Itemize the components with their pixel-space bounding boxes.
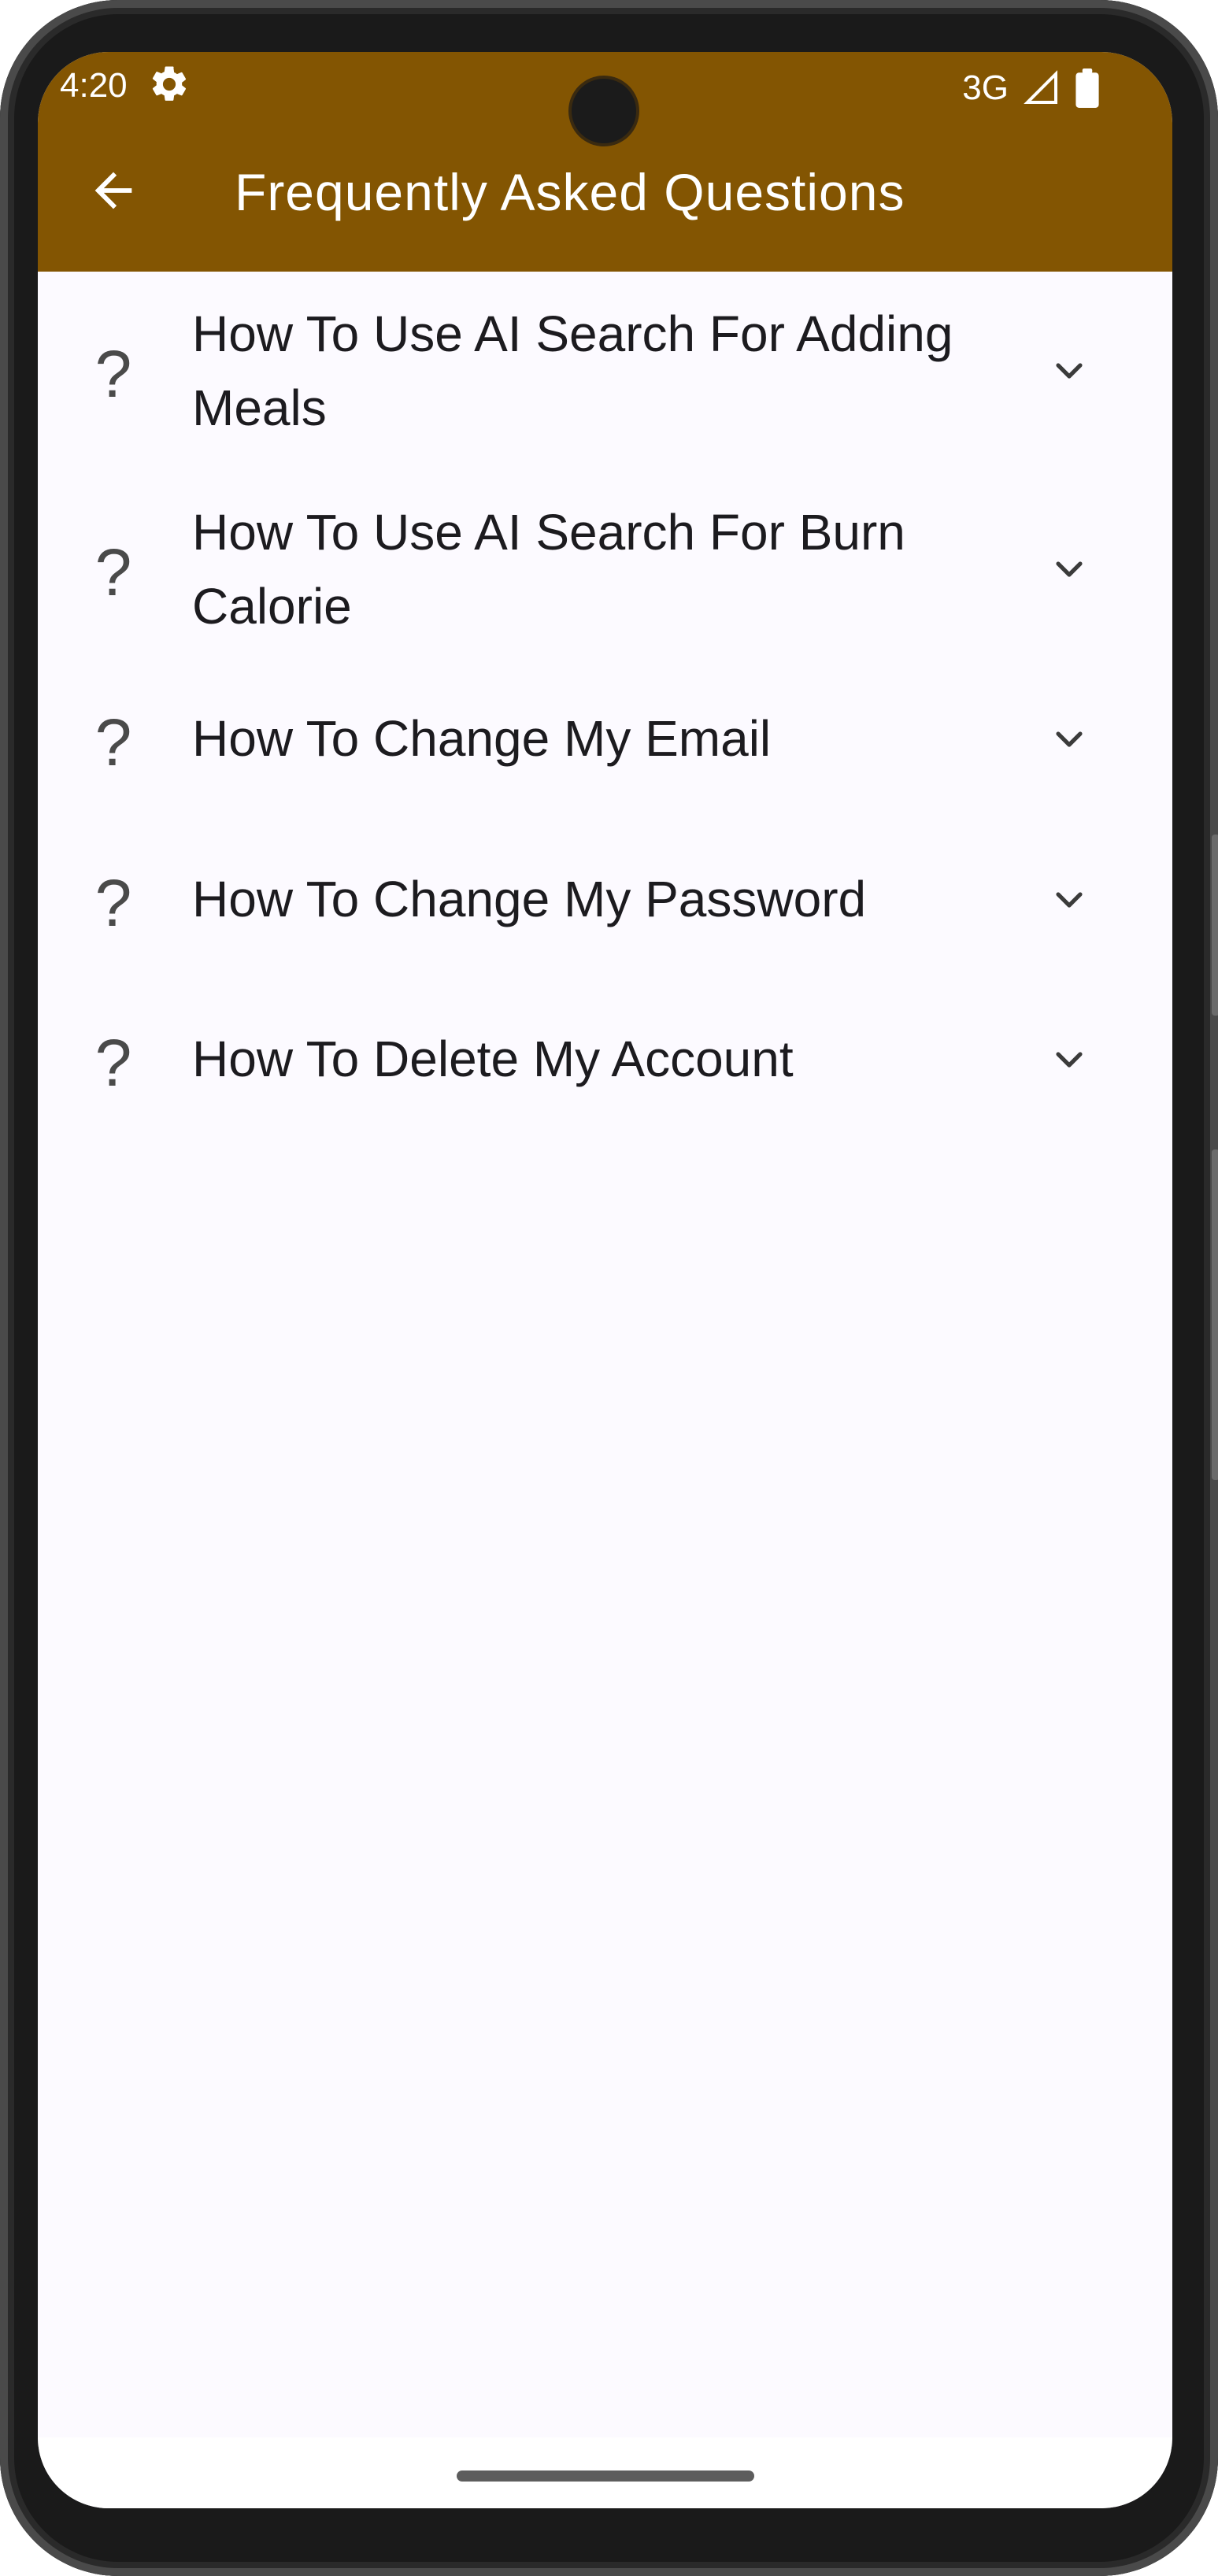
faq-item-ai-search-meals[interactable]: ? How To Use AI Search For Adding Meals [38, 272, 1172, 470]
chevron-down-icon[interactable] [1047, 349, 1091, 393]
volume-button [1212, 835, 1218, 1016]
faq-question: How To Delete My Account [192, 1031, 794, 1087]
faq-list: ? How To Use AI Search For Adding Meals … [38, 272, 1172, 1138]
faq-item-delete-account[interactable]: ? How To Delete My Account [38, 978, 1172, 1138]
back-button[interactable] [82, 159, 145, 222]
page-title: Frequently Asked Questions [235, 163, 905, 221]
chevron-down-icon[interactable] [1047, 547, 1091, 591]
chevron-down-icon[interactable] [1047, 878, 1091, 922]
help-icon: ? [94, 337, 132, 411]
faq-question: How To Change My Password [192, 871, 867, 927]
faq-question: How To Use AI Search For Burn Calorie [192, 504, 905, 635]
battery-icon [1075, 68, 1099, 108]
app-bar: 4:20 3G Frequently Asked Questions [38, 52, 1172, 272]
status-bar: 4:20 3G [38, 52, 1172, 143]
front-camera [572, 79, 636, 143]
screen: 4:20 3G Frequently Asked Questions ? How… [38, 52, 1172, 2508]
faq-item-change-password[interactable]: ? How To Change My Password [38, 818, 1172, 978]
chevron-down-icon[interactable] [1047, 1038, 1091, 1082]
help-icon: ? [94, 866, 132, 940]
network-type: 3G [962, 68, 1009, 107]
status-indicators: 3G [962, 65, 1100, 112]
faq-question: How To Change My Email [192, 710, 772, 767]
faq-item-change-email[interactable]: ? How To Change My Email [38, 657, 1172, 818]
home-indicator[interactable] [457, 2471, 754, 2482]
help-icon: ? [94, 535, 132, 609]
chevron-down-icon[interactable] [1047, 717, 1091, 761]
power-button [1212, 1149, 1218, 1480]
settings-icon [152, 66, 187, 101]
help-icon: ? [94, 705, 132, 779]
phone-frame: 4:20 3G Frequently Asked Questions ? How… [0, 0, 1218, 2576]
signal-icon [1024, 70, 1057, 104]
faq-item-ai-search-burn[interactable]: ? How To Use AI Search For Burn Calorie [38, 470, 1172, 657]
help-icon: ? [94, 1026, 132, 1100]
status-time: 4:20 [60, 66, 128, 105]
faq-question: How To Use AI Search For Adding Meals [192, 305, 953, 436]
arrow-back-icon [94, 172, 132, 209]
